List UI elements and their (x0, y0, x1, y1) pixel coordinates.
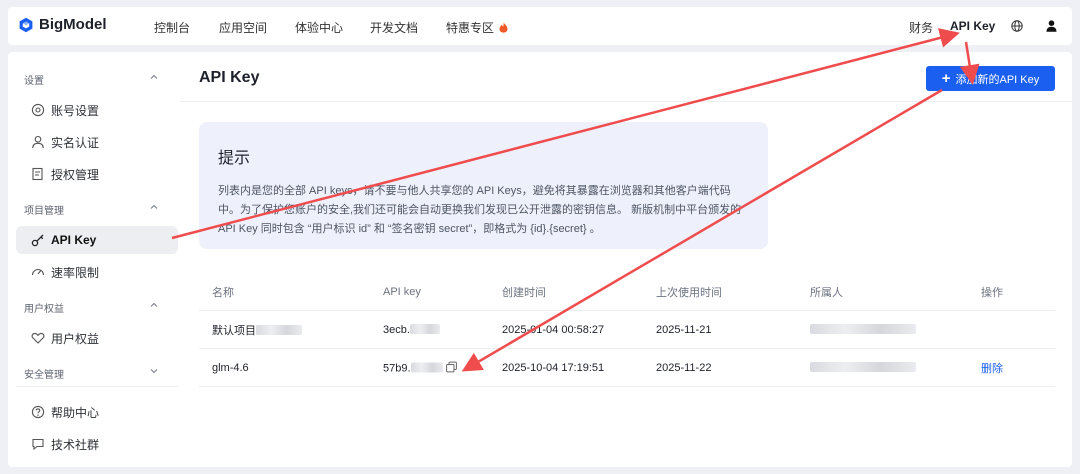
sidebar-divider (16, 386, 178, 387)
sidebar-item-label: 账号设置 (51, 103, 100, 118)
row-owner (810, 323, 916, 336)
row-last-used: 2025-11-22 (656, 361, 712, 374)
add-api-key-label: 添加新的API Key (955, 73, 1040, 86)
nav-promotions-label: 特惠专区 (446, 21, 495, 35)
sidebar-item-tech-community[interactable]: 技术社群 (16, 430, 178, 458)
chevron-up-icon[interactable] (149, 202, 159, 212)
sidebar-item-label: API Key (51, 233, 97, 247)
chat-icon (32, 438, 44, 451)
tip-box: 提示 列表内是您的全部 API keys，请不要与他人共享您的 API Keys… (199, 122, 768, 249)
sidebar-item-label: 用户权益 (51, 331, 100, 346)
tip-body: 列表内是您的全部 API keys，请不要与他人共享您的 API Keys，避免… (218, 185, 742, 235)
row-api-key: 57b9. (383, 361, 457, 374)
redacted-mask (810, 361, 916, 372)
section-title-user-rights: 用户权益 (24, 304, 64, 315)
sidebar-item-api-key[interactable]: API Key (16, 226, 178, 254)
row-owner (810, 361, 916, 374)
sidebar-item-verification[interactable]: 实名认证 (16, 128, 178, 156)
column-header-name: 名称 (212, 287, 234, 299)
document-icon (32, 167, 43, 181)
row-created: 2025-10-04 17:19:51 (502, 361, 605, 374)
sidebar-item-label: 帮助中心 (51, 405, 100, 420)
gear-icon (31, 103, 45, 117)
section-title-projects: 项目管理 (24, 206, 64, 217)
tip-title: 提示 (218, 150, 251, 167)
sidebar-item-help-center[interactable]: 帮助中心 (16, 398, 178, 426)
row-api-key: 3ecb. (383, 323, 440, 336)
sidebar-item-label: 技术社群 (51, 437, 100, 452)
brand-name: BigModel (39, 16, 107, 33)
row-created: 2025-01-04 00:58:27 (502, 323, 605, 336)
nav-experience-center[interactable]: 体验中心 (295, 19, 343, 36)
nav-app-space[interactable]: 应用空间 (219, 19, 267, 36)
section-title-security: 安全管理 (24, 370, 64, 381)
gauge-icon (31, 269, 45, 276)
column-header-api-key: API key (383, 286, 421, 298)
sidebar-item-label: 实名认证 (51, 135, 100, 150)
heart-icon (31, 332, 45, 344)
nav-docs[interactable]: 开发文档 (370, 19, 418, 36)
sidebar-item-account-settings[interactable]: 账号设置 (16, 96, 178, 124)
key-icon (31, 234, 44, 247)
nav-finance[interactable]: 财务 (909, 19, 933, 36)
redacted-mask (409, 323, 440, 334)
row-name-text: 默认项目 (212, 324, 256, 337)
brand-logo[interactable]: BigModel (18, 16, 107, 33)
sidebar-item-label: 授权管理 (51, 167, 100, 182)
delete-link[interactable]: 删除 (981, 360, 1003, 376)
column-header-last-used: 上次使用时间 (656, 287, 722, 299)
nav-console[interactable]: 控制台 (154, 19, 190, 36)
sidebar: 设置 账号设置 实名认证 授权管理 项目管理 API Key 速率限制 用户权益… (8, 52, 180, 467)
row-key-text: 57b9. (383, 362, 411, 374)
section-title-settings: 设置 (24, 76, 44, 87)
redacted-mask (810, 323, 916, 334)
top-navbar: BigModel 控制台 应用空间 体验中心 开发文档 特惠专区 财务 API … (8, 7, 1072, 45)
nav-promotions[interactable]: 特惠专区 (446, 19, 508, 36)
table-header: 名称 API key 创建时间 上次使用时间 所属人 操作 (199, 274, 1055, 311)
redacted-mask (256, 324, 302, 335)
main-header: API Key + 添加新的API Key (180, 52, 1072, 102)
column-header-created: 创建时间 (502, 287, 546, 299)
main-panel: API Key + 添加新的API Key 提示 列表内是您的全部 API ke… (180, 52, 1072, 467)
person-icon (32, 135, 44, 149)
table-row: 默认项目 3ecb. 2025-01-04 00:58:27 2025-11-2… (199, 311, 1055, 349)
redacted-mask (410, 362, 443, 372)
page-title: API Key (199, 69, 260, 86)
plus-icon: + (941, 70, 951, 87)
row-key-text: 3ecb. (383, 323, 410, 336)
chevron-up-icon[interactable] (149, 72, 159, 82)
logo-icon (19, 17, 33, 32)
sidebar-item-authorization[interactable]: 授权管理 (16, 160, 178, 188)
row-name: 默认项目 (212, 322, 302, 338)
fire-icon (499, 22, 508, 33)
row-last-used: 2025-11-21 (656, 323, 712, 336)
chevron-up-icon[interactable] (149, 300, 159, 310)
add-api-key-button[interactable]: + 添加新的API Key (926, 66, 1055, 91)
row-name: glm-4.6 (212, 361, 249, 374)
help-icon (31, 405, 45, 419)
column-header-actions: 操作 (981, 287, 1003, 299)
chevron-down-icon[interactable] (149, 366, 159, 376)
copy-icon[interactable] (445, 361, 457, 372)
sidebar-item-label: 速率限制 (51, 265, 100, 280)
api-key-table: 名称 API key 创建时间 上次使用时间 所属人 操作 默认项目 3ecb.… (199, 274, 1055, 387)
user-icon[interactable] (1046, 20, 1057, 32)
table-row: glm-4.6 57b9. 2025-10-04 17:19:51 2025-1… (199, 349, 1055, 387)
globe-icon[interactable] (1011, 20, 1023, 32)
nav-api-key[interactable]: API Key (950, 19, 995, 33)
sidebar-item-user-rights[interactable]: 用户权益 (16, 324, 178, 352)
sidebar-item-rate-limit[interactable]: 速率限制 (16, 258, 178, 286)
column-header-owner: 所属人 (810, 287, 843, 299)
